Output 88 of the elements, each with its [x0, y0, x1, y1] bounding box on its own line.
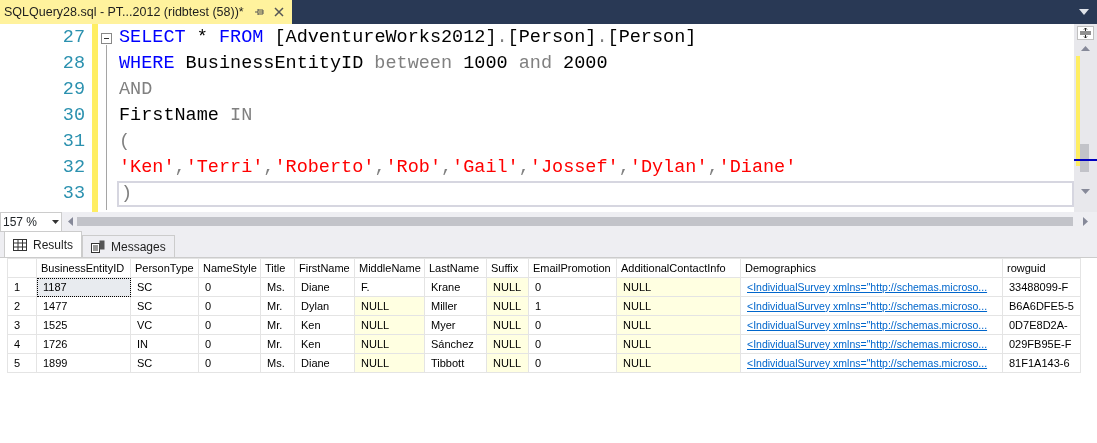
- column-header[interactable]: EmailPromotion: [528, 258, 617, 278]
- table-cell: 1726: [36, 334, 131, 354]
- table-cell: Krane: [424, 277, 487, 297]
- table-cell: 0: [528, 277, 617, 297]
- table-cell: 81F1A143-6: [1002, 353, 1081, 373]
- table-cell: 0: [198, 277, 261, 297]
- code-line: WHERE BusinessEntityID between 1000 and 2000: [118, 52, 609, 76]
- table-cell: 1477: [36, 296, 131, 316]
- code-line: AND: [118, 78, 154, 102]
- zoom-dropdown[interactable]: 157 %: [0, 211, 62, 232]
- column-header[interactable]: PersonType: [130, 258, 199, 278]
- table-cell: Miller: [424, 296, 487, 316]
- code-line: SELECT * FROM [AdventureWorks2012].[Person].[Person]: [118, 26, 698, 50]
- scroll-up-icon[interactable]: [1081, 46, 1090, 51]
- collapse-icon[interactable]: [101, 33, 112, 44]
- split-icon[interactable]: [1077, 26, 1094, 40]
- row-number[interactable]: 3: [7, 315, 37, 335]
- table-cell: Ms.: [260, 277, 295, 297]
- line-number: 27: [61, 26, 86, 50]
- table-cell: 029FB95E-F: [1002, 334, 1081, 354]
- code-line: 'Ken','Terri','Roberto','Rob','Gail','Jossef','Dylan','Diane': [118, 156, 798, 180]
- line-number: 33: [61, 182, 86, 206]
- line-number: 32: [61, 156, 86, 180]
- table-cell: Mr.: [260, 315, 295, 335]
- table-cell: 0D7E8D2A-: [1002, 315, 1081, 335]
- scroll-right-icon[interactable]: [1083, 217, 1088, 226]
- scroll-down-icon[interactable]: [1081, 189, 1090, 194]
- table-cell: VC: [130, 315, 199, 335]
- result-tab[interactable]: Results: [4, 231, 82, 257]
- line-number: 30: [61, 104, 86, 128]
- table-cell: F.: [354, 277, 425, 297]
- table-cell: 1899: [36, 353, 131, 373]
- horizontal-scroll-thumb[interactable]: [77, 217, 1073, 226]
- grid-icon: [13, 238, 27, 251]
- table-cell: Ken: [294, 334, 355, 354]
- table-cell: Myer: [424, 315, 487, 335]
- document-icon: [91, 240, 105, 253]
- table-cell: 0: [528, 315, 617, 335]
- document-title: SQLQuery28.sql - PT...2012 (ridbtest (58))*: [4, 3, 244, 21]
- column-header[interactable]: Title: [260, 258, 295, 278]
- table-cell: 33488099-F: [1002, 277, 1081, 297]
- table-cell: Dylan: [294, 296, 355, 316]
- line-number: 31: [61, 130, 86, 154]
- table-cell: 0: [198, 353, 261, 373]
- table-cell: Mr.: [260, 296, 295, 316]
- pin-icon[interactable]: [253, 7, 264, 17]
- code-line: FirstName IN: [118, 104, 254, 128]
- column-header[interactable]: FirstName: [294, 258, 355, 278]
- column-header[interactable]: BusinessEntityID: [36, 258, 131, 278]
- column-header[interactable]: Suffix: [486, 258, 529, 278]
- code-line: (: [118, 130, 132, 154]
- table-cell: IN: [130, 334, 199, 354]
- caret-icon: [52, 219, 59, 224]
- table-cell: 1: [528, 296, 617, 316]
- row-number[interactable]: 5: [7, 353, 37, 373]
- close-icon[interactable]: [273, 7, 284, 17]
- row-number[interactable]: 4: [7, 334, 37, 354]
- table-cell: B6A6DFE5-5: [1002, 296, 1081, 316]
- line-number: 28: [61, 52, 86, 76]
- table-cell: Ken: [294, 315, 355, 335]
- table-cell: Ms.: [260, 353, 295, 373]
- column-header[interactable]: Demographics: [740, 258, 1003, 278]
- column-header[interactable]: NameStyle: [198, 258, 261, 278]
- row-number[interactable]: 2: [7, 296, 37, 316]
- dropdown-icon[interactable]: [1079, 9, 1089, 15]
- table-cell: SC: [130, 277, 199, 297]
- table-cell: Diane: [294, 277, 355, 297]
- row-number[interactable]: 1: [7, 277, 37, 297]
- table-cell: 0: [198, 334, 261, 354]
- result-tab[interactable]: Messages: [82, 235, 175, 257]
- table-cell: SC: [130, 353, 199, 373]
- column-header[interactable]: AdditionalContactInfo: [616, 258, 741, 278]
- column-header[interactable]: LastName: [424, 258, 487, 278]
- table-cell: Tibbott: [424, 353, 487, 373]
- table-cell: Sánchez: [424, 334, 487, 354]
- table-cell: 1525: [36, 315, 131, 335]
- column-header[interactable]: MiddleName: [354, 258, 425, 278]
- table-cell: 0: [528, 334, 617, 354]
- table-cell: 0: [528, 353, 617, 373]
- table-cell: 0: [198, 296, 261, 316]
- document-tab[interactable]: SQLQuery28.sql - PT...2012 (ridbtest (58))*: [0, 0, 292, 24]
- line-number: 29: [61, 78, 86, 102]
- table-cell: SC: [130, 296, 199, 316]
- table-cell: Diane: [294, 353, 355, 373]
- table-cell: Mr.: [260, 334, 295, 354]
- column-header[interactable]: rowguid: [1002, 258, 1081, 278]
- table-cell: 0: [198, 315, 261, 335]
- scroll-left-icon[interactable]: [68, 217, 73, 226]
